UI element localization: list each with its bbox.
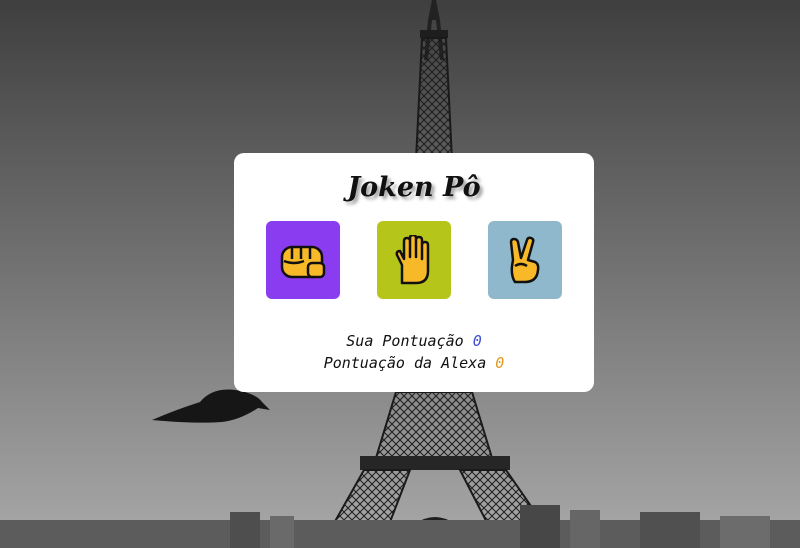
scissors-button[interactable] — [488, 221, 562, 299]
scoreboard: Sua Pontuação 0 Pontuação da Alexa 0 — [234, 330, 594, 374]
alexa-score-label: Pontuação da Alexa — [323, 354, 487, 372]
alexa-score-value: 0 — [495, 354, 505, 372]
alexa-score-row: Pontuação da Alexa 0 — [234, 352, 594, 374]
raised-hand-icon — [395, 235, 430, 285]
player-score-row: Sua Pontuação 0 — [234, 330, 594, 352]
fist-icon — [280, 245, 326, 279]
choice-buttons — [234, 221, 594, 299]
player-score-label: Sua Pontuação — [346, 332, 464, 350]
player-score-value: 0 — [472, 332, 482, 350]
victory-hand-icon — [509, 236, 540, 284]
rock-button[interactable] — [266, 221, 340, 299]
game-title: Joken Pô — [347, 172, 481, 203]
game-card: Joken Pô Sua Pontuação 0 Pontuação da Al… — [234, 153, 594, 392]
paper-button[interactable] — [377, 221, 451, 299]
